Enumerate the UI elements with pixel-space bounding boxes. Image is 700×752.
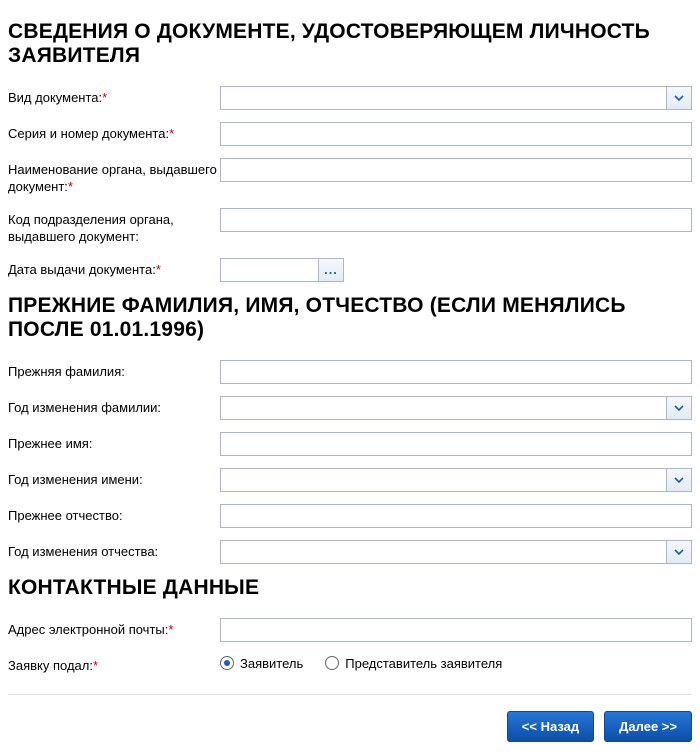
patr-year-select[interactable] bbox=[220, 540, 692, 564]
issuer-label: Наименование органа, выдавшего документ:… bbox=[8, 158, 220, 196]
radio-applicant[interactable] bbox=[220, 656, 234, 670]
submitted-label: Заявку подал:* bbox=[8, 654, 220, 675]
radio-representative-label: Представитель заявителя bbox=[345, 656, 502, 671]
email-input[interactable] bbox=[220, 618, 692, 642]
date-picker-button[interactable]: ... bbox=[318, 258, 344, 282]
prev-name-label: Прежнее имя: bbox=[8, 432, 220, 453]
submitter-radio-group: Заявитель Представитель заявителя bbox=[220, 654, 692, 671]
issuer-input[interactable] bbox=[220, 158, 692, 182]
section-doc-heading: СВЕДЕНИЯ О ДОКУМЕНТЕ, УДОСТОВЕРЯЮЩЕМ ЛИЧ… bbox=[8, 20, 692, 68]
radio-applicant-label: Заявитель bbox=[240, 656, 303, 671]
issue-date-picker[interactable]: ... bbox=[220, 258, 692, 282]
chevron-down-icon[interactable] bbox=[666, 396, 692, 420]
email-label: Адрес электронной почты:* bbox=[8, 618, 220, 639]
prev-patr-input[interactable] bbox=[220, 504, 692, 528]
dept-code-label: Код подразделения органа, выдавшего доку… bbox=[8, 208, 220, 246]
surname-year-select[interactable] bbox=[220, 396, 692, 420]
doc-type-label: Вид документа:* bbox=[8, 86, 220, 107]
series-input[interactable] bbox=[220, 122, 692, 146]
next-button[interactable]: Далее >> bbox=[604, 711, 692, 742]
chevron-down-icon[interactable] bbox=[666, 86, 692, 110]
chevron-down-icon[interactable] bbox=[666, 468, 692, 492]
chevron-down-icon[interactable] bbox=[666, 540, 692, 564]
name-year-label: Год изменения имени: bbox=[8, 468, 220, 489]
doc-type-select[interactable] bbox=[220, 86, 692, 110]
issue-date-input[interactable] bbox=[220, 258, 318, 282]
section-prev-names-heading: ПРЕЖНИЕ ФАМИЛИЯ, ИМЯ, ОТЧЕСТВО (ЕСЛИ МЕН… bbox=[8, 294, 692, 342]
prev-surname-input[interactable] bbox=[220, 360, 692, 384]
prev-surname-label: Прежняя фамилия: bbox=[8, 360, 220, 381]
patr-year-label: Год изменения отчества: bbox=[8, 540, 220, 561]
surname-year-label: Год изменения фамилии: bbox=[8, 396, 220, 417]
issue-date-label: Дата выдачи документа:* bbox=[8, 258, 220, 279]
dept-code-input[interactable] bbox=[220, 208, 692, 232]
radio-representative[interactable] bbox=[325, 656, 339, 670]
button-bar: << Назад Далее >> bbox=[8, 711, 692, 742]
series-label: Серия и номер документа:* bbox=[8, 122, 220, 143]
prev-name-input[interactable] bbox=[220, 432, 692, 456]
section-contacts-heading: КОНТАКТНЫЕ ДАННЫЕ bbox=[8, 576, 692, 600]
divider bbox=[8, 694, 692, 695]
prev-patr-label: Прежнее отчество: bbox=[8, 504, 220, 525]
name-year-select[interactable] bbox=[220, 468, 692, 492]
back-button[interactable]: << Назад bbox=[507, 711, 594, 742]
